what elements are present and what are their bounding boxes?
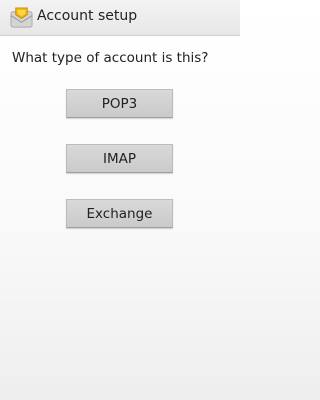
account-type-question: What type of account is this? xyxy=(12,50,209,66)
pop3-button[interactable]: POP3 xyxy=(66,89,173,118)
exchange-button[interactable]: Exchange xyxy=(66,199,173,228)
page-title: Account setup xyxy=(37,8,138,24)
imap-button[interactable]: IMAP xyxy=(66,144,173,173)
envelope-icon[interactable] xyxy=(10,6,33,29)
action-bar: Account setup xyxy=(0,0,240,36)
